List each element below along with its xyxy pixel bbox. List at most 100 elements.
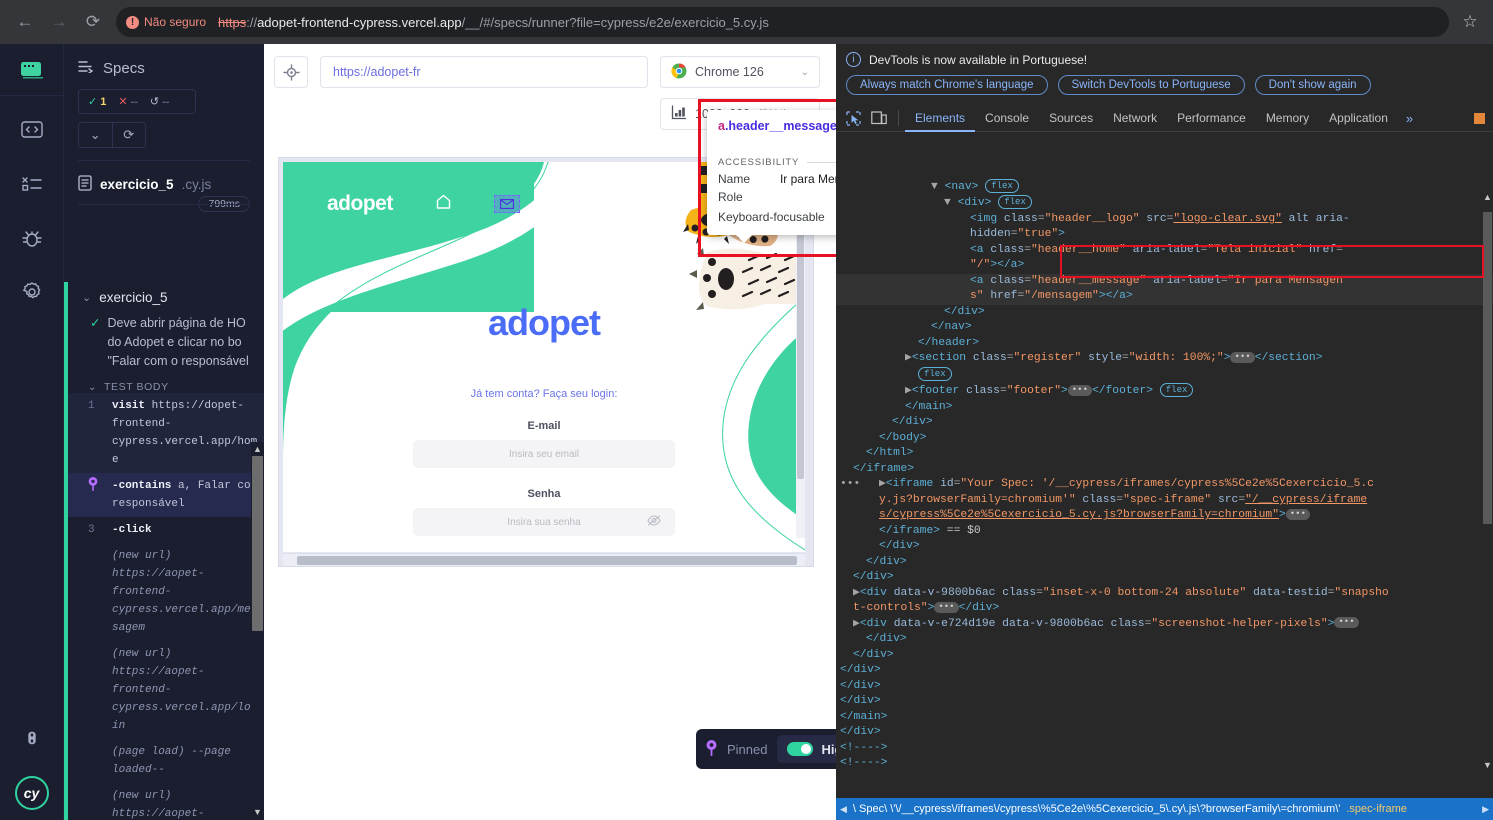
chevron-down-icon[interactable]: ⌄ [79, 123, 112, 147]
dom-tree-line[interactable]: <a class="header__message" aria-label="I… [836, 273, 1493, 290]
suite-title-row[interactable]: ⌄ exercicio_5 [64, 282, 264, 305]
scrollbar-thumb[interactable] [1483, 212, 1492, 524]
tab-memory[interactable]: Memory [1256, 105, 1319, 132]
dom-tree-line[interactable]: s/cypress%5Ce2e%5Cexercicio_5.cy.js?brow… [836, 508, 1493, 524]
dom-tree-line[interactable]: ▼ <div> flex [836, 195, 1493, 211]
scrollbar-thumb[interactable] [252, 456, 263, 631]
tab-elements[interactable]: Elements [905, 105, 975, 132]
dom-tree-line[interactable]: </div> [836, 725, 1493, 741]
dom-tree-line[interactable]: </main> [836, 400, 1493, 416]
sidebar-item-specs[interactable] [12, 110, 52, 150]
forward-arrow-icon[interactable]: → [44, 7, 74, 37]
dom-tree-line[interactable]: </html> [836, 446, 1493, 462]
devtools-scrollbar[interactable]: ▲ ▼ [1482, 190, 1493, 772]
browser-selector[interactable]: Chrome 126 ⌄ [660, 56, 820, 88]
dom-tree-line[interactable]: ▶<div data-v-9800b6ac class="inset-x-0 b… [836, 586, 1493, 602]
scroll-up-arrow-icon[interactable]: ▲ [251, 444, 264, 454]
command-row[interactable]: -contains a, Falar com responsável [64, 473, 264, 517]
dom-tree-line[interactable]: </div> [836, 570, 1493, 586]
email-field[interactable]: Insira seu email [413, 440, 675, 468]
dom-tree-line[interactable]: "/"></a> [836, 258, 1493, 274]
dom-tree-line[interactable]: </div> [836, 663, 1493, 679]
dom-tree-line[interactable]: </div> [836, 305, 1493, 321]
header-message-link[interactable] [493, 195, 520, 213]
dom-tree-line[interactable]: ▶<div data-v-e724d19e data-v-9800b6ac cl… [836, 617, 1493, 633]
dom-tree-line[interactable]: s" href="/mensagem"></a> [836, 289, 1493, 305]
command-row[interactable]: 3 -click [64, 517, 264, 543]
dom-tree-line[interactable]: </iframe> [836, 462, 1493, 478]
dom-tree-line[interactable]: y.js?browserFamily=chromium'" class="spe… [836, 493, 1493, 509]
dom-tree-line[interactable]: </div> [836, 648, 1493, 664]
back-arrow-icon[interactable]: ← [10, 7, 40, 37]
highlights-toggle-group[interactable]: Highlights [777, 735, 836, 763]
tab-network[interactable]: Network [1103, 105, 1167, 132]
tab-console[interactable]: Console [975, 105, 1039, 132]
always-match-language-button[interactable]: Always match Chrome's language [846, 75, 1048, 95]
dom-tree-line[interactable]: </div> [836, 632, 1493, 648]
dom-tree-line[interactable]: ▶<footer class="footer"> ••• </footer> fle… [836, 383, 1493, 399]
chevron-down-icon[interactable]: ⌄ [88, 382, 97, 393]
reload-icon[interactable]: ⟳ [111, 123, 146, 147]
highlights-toggle[interactable] [787, 742, 814, 756]
password-field[interactable]: Insira sua senha [413, 508, 675, 536]
dom-tree-line[interactable]: </iframe> == $0 [836, 524, 1493, 540]
home-icon[interactable] [435, 194, 452, 215]
test-title-row[interactable]: ✓ Deve abrir página de HO do Adopet e cl… [64, 305, 264, 371]
keyboard-shortcut-icon[interactable] [12, 718, 52, 758]
dom-tree-line[interactable]: <!----> [836, 741, 1493, 757]
dom-tree-line[interactable]: </body> [836, 431, 1493, 447]
scroll-up-arrow-icon[interactable]: ▲ [1482, 192, 1493, 202]
dont-show-again-button[interactable]: Don't show again [1254, 75, 1371, 95]
tab-sources[interactable]: Sources [1039, 105, 1103, 132]
chevron-down-icon[interactable]: ⌄ [801, 67, 809, 78]
dom-tree-line[interactable]: </div> [836, 415, 1493, 431]
preview-horizontal-scrollbar[interactable] [283, 553, 805, 566]
command-row[interactable]: (page load) --page loaded-- [64, 739, 264, 783]
bookmark-star-icon[interactable]: ☆ [1455, 7, 1485, 37]
command-row[interactable]: (new url) https://aopet-frontend-cypress… [64, 641, 264, 739]
breadcrumb-right-arrow-icon[interactable]: ▶ [1482, 804, 1489, 815]
dom-tree-line[interactable]: </div> [836, 539, 1493, 555]
switch-language-button[interactable]: Switch DevTools to Portuguese [1057, 75, 1245, 95]
dom-tree-line[interactable]: </main> [836, 710, 1493, 726]
chevron-down-icon[interactable]: ⌄ [82, 291, 91, 304]
sidebar-item-runs[interactable] [12, 164, 52, 204]
adopet-logo[interactable]: adopet [327, 192, 393, 216]
breadcrumb-left-arrow-icon[interactable]: ◀ [840, 804, 847, 815]
pin-marker-icon[interactable] [706, 739, 717, 759]
selector-playground-icon[interactable] [274, 56, 308, 88]
dom-tree-line[interactable]: ▶<section class="register" style="width:… [836, 351, 1493, 367]
tab-application[interactable]: Application [1319, 105, 1398, 132]
scroll-down-arrow-icon[interactable]: ▼ [1482, 760, 1493, 770]
security-badge[interactable]: ! Não seguro [126, 15, 206, 29]
dom-tree-line[interactable]: t-controls"> ••• </div> [836, 601, 1493, 617]
tab-performance[interactable]: Performance [1167, 105, 1256, 132]
scroll-down-arrow-icon[interactable]: ▼ [251, 807, 264, 817]
chevron-double-right-icon[interactable]: » [1398, 111, 1421, 126]
reload-icon[interactable]: ⟳ [78, 7, 108, 37]
address-bar[interactable]: ! Não seguro https://adopet-frontend-cyp… [116, 7, 1449, 37]
command-row[interactable]: (new url) https://aopet-frontend-cypress… [64, 543, 264, 641]
cypress-window-logo[interactable] [0, 44, 63, 96]
dom-tree-line[interactable]: </header> [836, 336, 1493, 352]
sidebar-item-debug[interactable] [12, 218, 52, 258]
error-indicator[interactable] [1474, 112, 1485, 124]
command-row[interactable]: (new url) https://aopet-frontend- [64, 783, 264, 820]
dom-tree-line[interactable]: </div> [836, 679, 1493, 695]
dom-tree-line[interactable]: <img class="header__logo" src="logo-clea… [836, 212, 1493, 228]
dom-tree[interactable]: ▼ <nav> flex ▼ <div> flex <img class="head… [836, 177, 1493, 787]
breadcrumb[interactable]: ◀ \ Spec\ \'\/__cypress\/iframes\/cypres… [836, 798, 1493, 820]
dom-tree-line[interactable]: hidden="true"> [836, 227, 1493, 243]
spec-file-row[interactable]: exercicio_5 .cy.js [64, 161, 264, 194]
device-toolbar-icon[interactable] [866, 106, 892, 130]
eye-off-icon[interactable] [647, 515, 661, 529]
runner-url-input[interactable]: https://adopet-fr [320, 56, 648, 88]
dom-tree-line[interactable]: ••• ▶<iframe id="Your Spec: '/__cypress/i… [836, 477, 1493, 493]
cypress-logo-badge[interactable]: cy [14, 776, 49, 810]
sidebar-item-settings[interactable] [12, 272, 52, 312]
scrollbar-thumb[interactable] [297, 556, 797, 565]
dom-tree-line[interactable]: </div> [836, 555, 1493, 571]
dom-tree-line[interactable]: </nav> [836, 320, 1493, 336]
test-body-header[interactable]: ⌄ TEST BODY [64, 371, 264, 393]
dom-tree-line[interactable]: ▼ <nav> flex [836, 179, 1493, 195]
